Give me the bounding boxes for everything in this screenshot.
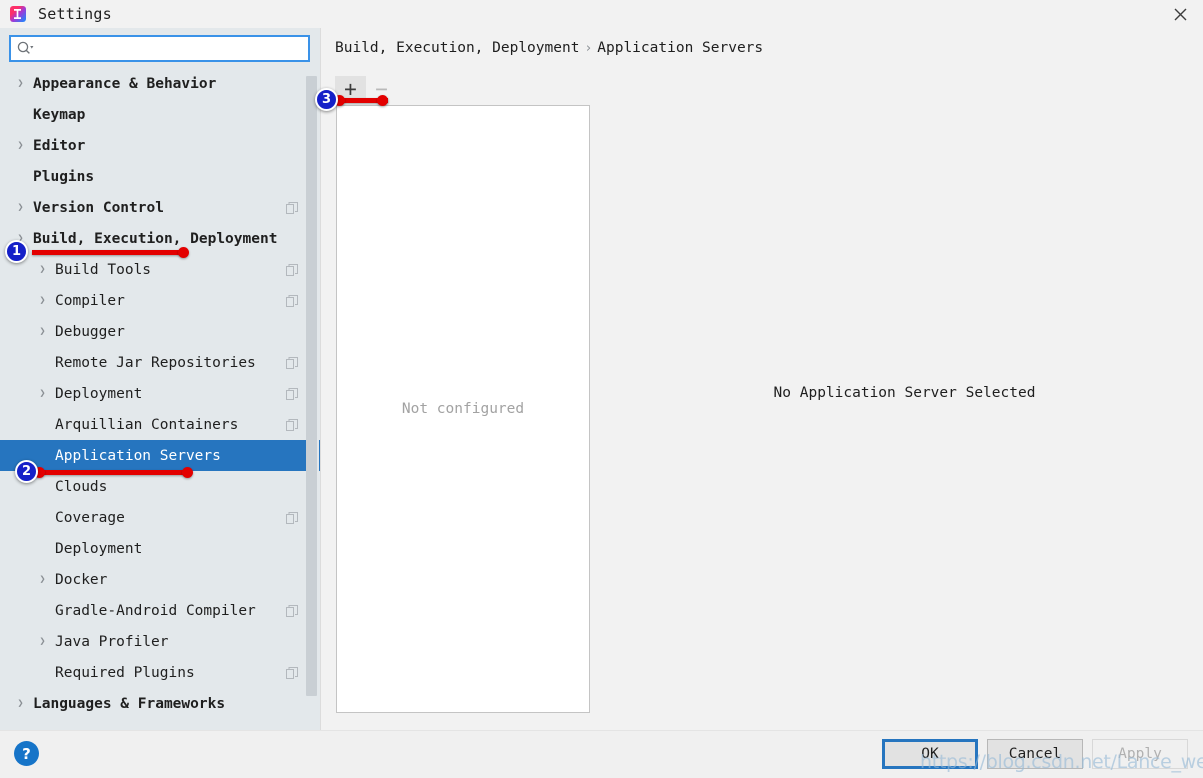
- servers-list-panel[interactable]: Not configured: [336, 105, 590, 713]
- sidebar-item-deployment[interactable]: ❯ Deployment: [0, 378, 320, 409]
- dialog-footer: ? OK Cancel Apply: [0, 730, 1203, 778]
- chevron-right-icon[interactable]: ❯: [14, 78, 27, 89]
- project-scope-icon: [286, 294, 298, 307]
- sidebar-item-plugins[interactable]: Plugins: [0, 161, 320, 192]
- search-container: [0, 28, 320, 68]
- list-empty-text: Not configured: [401, 401, 525, 417]
- project-scope-icon: [286, 263, 298, 276]
- title-bar: Settings: [0, 0, 1203, 28]
- project-scope-icon: [286, 356, 298, 369]
- search-icon: [17, 41, 35, 57]
- cancel-button[interactable]: Cancel: [987, 739, 1083, 769]
- add-server-button[interactable]: +: [335, 76, 366, 102]
- settings-dialog: Settings ❯ Appearance & Behavior Keymap …: [0, 0, 1203, 778]
- dialog-buttons: OK Cancel Apply: [882, 739, 1188, 769]
- remove-server-button: −: [375, 76, 388, 101]
- sidebar-item-label: Application Servers: [55, 447, 221, 464]
- project-scope-icon: [286, 201, 298, 214]
- chevron-right-icon[interactable]: ❯: [36, 326, 49, 337]
- close-icon[interactable]: [1157, 0, 1203, 28]
- project-scope-icon: [286, 604, 298, 617]
- sidebar-item-coverage[interactable]: Coverage: [0, 502, 320, 533]
- breadcrumb-parent[interactable]: Build, Execution, Deployment: [335, 40, 579, 56]
- sidebar-item-label: Required Plugins: [55, 664, 195, 681]
- chevron-right-icon[interactable]: ❯: [14, 698, 27, 709]
- sidebar-item-label: Clouds: [55, 478, 108, 495]
- chevron-right-icon[interactable]: ❯: [36, 295, 49, 306]
- sidebar-item-gradle-android-compiler[interactable]: Gradle-Android Compiler: [0, 595, 320, 626]
- sidebar-item-label: Arquillian Containers: [55, 416, 239, 433]
- search-input[interactable]: [37, 38, 302, 59]
- settings-sidebar: ❯ Appearance & Behavior Keymap ❯ Editor Plugi…: [0, 28, 321, 730]
- detail-message: No Application Server Selected: [773, 385, 1036, 401]
- settings-tree[interactable]: ❯ Appearance & Behavior Keymap ❯ Editor Plugi…: [0, 68, 320, 730]
- servers-toolbar: + −: [335, 76, 397, 102]
- sidebar-item-appearance-behavior[interactable]: ❯ Appearance & Behavior: [0, 68, 320, 99]
- settings-content: Build, Execution, Deployment › Application…: [321, 28, 1203, 730]
- sidebar-item-build-tools[interactable]: ❯ Build Tools: [0, 254, 320, 285]
- sidebar-item-debugger[interactable]: ❯ Debugger: [0, 316, 320, 347]
- chevron-right-icon[interactable]: ❯: [36, 574, 49, 585]
- sidebar-item-label: Plugins: [33, 168, 95, 185]
- chevron-right-icon[interactable]: ❯: [14, 233, 27, 244]
- sidebar-item-label: Build Tools: [55, 261, 152, 278]
- chevron-right-icon[interactable]: ❯: [36, 264, 49, 275]
- chevron-right-icon[interactable]: ❯: [14, 140, 27, 151]
- breadcrumb-separator-icon: ›: [584, 41, 593, 56]
- sidebar-item-label: Deployment: [55, 540, 143, 557]
- window-title: Settings: [38, 5, 112, 23]
- ok-button[interactable]: OK: [882, 739, 978, 769]
- sidebar-item-label: Languages & Frameworks: [33, 695, 226, 712]
- sidebar-scrollbar-thumb[interactable]: [306, 76, 317, 696]
- sidebar-item-label: Java Profiler: [55, 633, 169, 650]
- sidebar-item-label: Remote Jar Repositories: [55, 354, 256, 371]
- sidebar-item-label: Coverage: [55, 509, 125, 526]
- project-scope-icon: [286, 418, 298, 431]
- breadcrumb: Build, Execution, Deployment › Application…: [335, 40, 763, 56]
- sidebar-item-deployment[interactable]: Deployment: [0, 533, 320, 564]
- sidebar-item-java-profiler[interactable]: ❯ Java Profiler: [0, 626, 320, 657]
- sidebar-item-editor[interactable]: ❯ Editor: [0, 130, 320, 161]
- sidebar-item-label: Compiler: [55, 292, 125, 309]
- sidebar-item-languages-frameworks[interactable]: ❯ Languages & Frameworks: [0, 688, 320, 719]
- sidebar-item-version-control[interactable]: ❯ Version Control: [0, 192, 320, 223]
- intellij-idea-icon: [10, 6, 26, 22]
- sidebar-item-label: Editor: [33, 137, 86, 154]
- sidebar-item-arquillian-containers[interactable]: Arquillian Containers: [0, 409, 320, 440]
- project-scope-icon: [286, 666, 298, 679]
- sidebar-item-label: Version Control: [33, 199, 164, 216]
- sidebar-item-compiler[interactable]: ❯ Compiler: [0, 285, 320, 316]
- apply-button: Apply: [1092, 739, 1188, 769]
- sidebar-scrollbar-track[interactable]: [306, 68, 319, 730]
- sidebar-item-remote-jar-repositories[interactable]: Remote Jar Repositories: [0, 347, 320, 378]
- sidebar-item-label: Appearance & Behavior: [33, 75, 217, 92]
- sidebar-item-clouds[interactable]: Clouds: [0, 471, 320, 502]
- sidebar-item-required-plugins[interactable]: Required Plugins: [0, 657, 320, 688]
- help-icon[interactable]: ?: [14, 741, 39, 766]
- sidebar-item-application-servers[interactable]: Application Servers: [0, 440, 320, 471]
- sidebar-item-build-execution-deployment[interactable]: ❯ Build, Execution, Deployment: [0, 223, 320, 254]
- dialog-body: ❯ Appearance & Behavior Keymap ❯ Editor Plugi…: [0, 28, 1203, 730]
- breadcrumb-current: Application Servers: [597, 40, 764, 56]
- sidebar-item-label: Keymap: [33, 106, 86, 123]
- sidebar-item-label: Debugger: [55, 323, 125, 340]
- project-scope-icon: [286, 387, 298, 400]
- sidebar-item-label: Build, Execution, Deployment: [33, 230, 278, 247]
- chevron-right-icon[interactable]: ❯: [14, 202, 27, 213]
- sidebar-item-keymap[interactable]: Keymap: [0, 99, 320, 130]
- project-scope-icon: [286, 511, 298, 524]
- sidebar-item-label: Docker: [55, 571, 108, 588]
- sidebar-item-docker[interactable]: ❯ Docker: [0, 564, 320, 595]
- sidebar-item-label: Gradle-Android Compiler: [55, 602, 256, 619]
- chevron-right-icon[interactable]: ❯: [36, 636, 49, 647]
- sidebar-item-label: Deployment: [55, 385, 143, 402]
- chevron-right-icon[interactable]: ❯: [36, 388, 49, 399]
- search-box[interactable]: [9, 35, 310, 62]
